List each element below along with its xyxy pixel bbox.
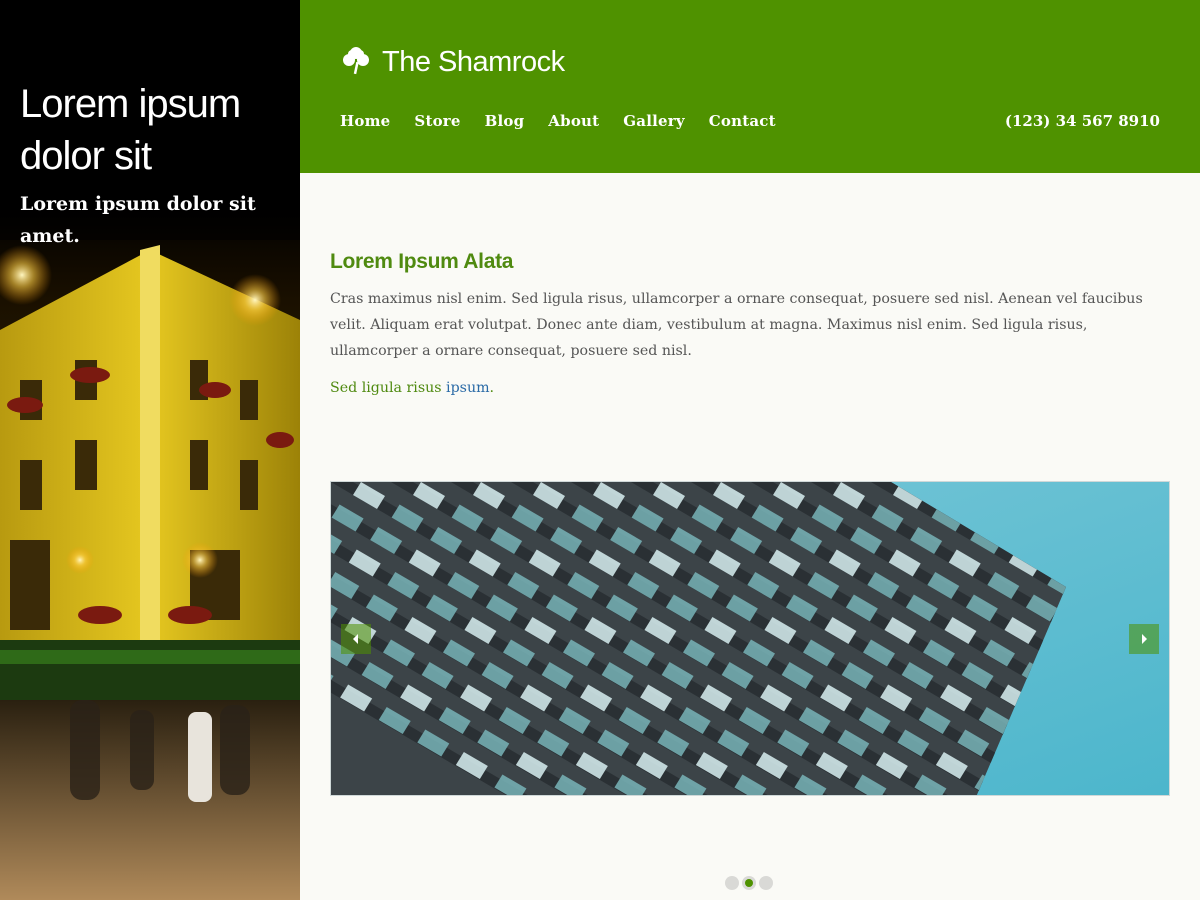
image-slider <box>330 481 1170 796</box>
main-content: Lorem Ipsum Alata Cras maximus nisl enim… <box>330 250 1175 396</box>
slider-dots <box>725 876 773 890</box>
slide-image <box>331 482 1169 795</box>
main-nav: Home Store Blog About Gallery Contact <box>340 112 800 130</box>
site-header: The Shamrock Home Store Blog About Galle… <box>300 0 1200 173</box>
nav-home[interactable]: Home <box>340 112 390 130</box>
arrow-left-icon <box>353 634 358 644</box>
nav-contact[interactable]: Contact <box>709 112 776 130</box>
slider-prev-button[interactable] <box>341 624 371 654</box>
link-prefix: Sed ligula risus <box>330 380 447 396</box>
brand-name: The Shamrock <box>382 45 565 78</box>
slider-dot[interactable] <box>759 876 773 890</box>
slider-next-button[interactable] <box>1129 624 1159 654</box>
slider-dot[interactable] <box>742 876 756 890</box>
brand-logo[interactable]: The Shamrock <box>340 44 565 80</box>
nav-store[interactable]: Store <box>414 112 460 130</box>
hero-panel: Lorem ipsum dolor sit Lorem ipsum dolor … <box>0 0 300 900</box>
nav-gallery[interactable]: Gallery <box>623 112 685 130</box>
phone-number[interactable]: (123) 34 567 8910 <box>1005 112 1160 130</box>
content-link-line: Sed ligula risus ipsum. <box>330 380 1175 396</box>
hero-subtitle: Lorem ipsum dolor sit amet. <box>20 193 256 247</box>
nav-blog[interactable]: Blog <box>485 112 525 130</box>
content-link[interactable]: ipsum <box>446 380 490 396</box>
hero-title: Lorem ipsum dolor sit <box>20 82 241 178</box>
nav-about[interactable]: About <box>548 112 599 130</box>
content-body: Cras maximus nisl enim. Sed ligula risus… <box>330 291 1143 359</box>
shamrock-icon <box>340 44 372 80</box>
content-heading: Lorem Ipsum Alata <box>330 250 514 273</box>
link-suffix: . <box>489 380 495 396</box>
slider-dot[interactable] <box>725 876 739 890</box>
arrow-right-icon <box>1142 634 1147 644</box>
